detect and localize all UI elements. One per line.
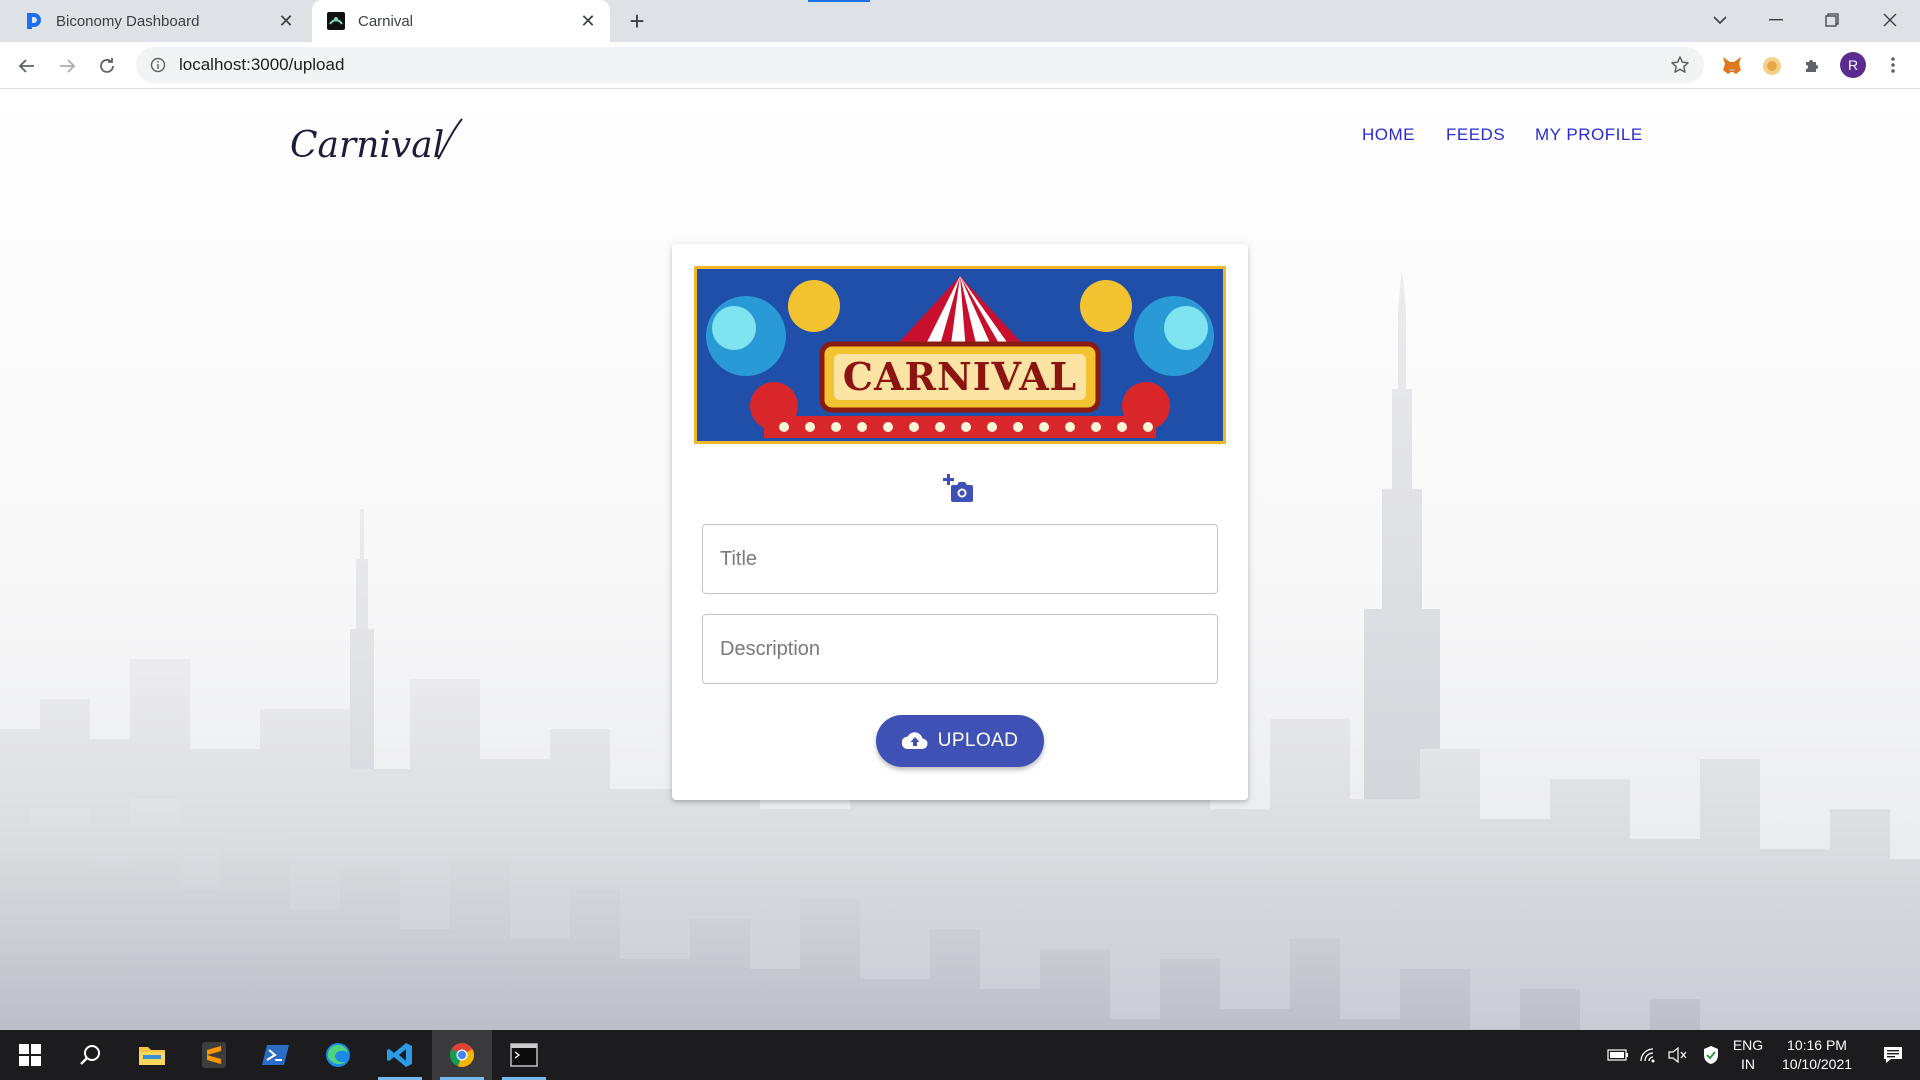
close-tab-icon[interactable]: ✕ [276,11,296,31]
upload-button[interactable]: UPLOAD [876,715,1044,767]
start-icon[interactable] [0,1030,60,1080]
input-language[interactable]: ENG IN [1728,1036,1768,1074]
description-field[interactable] [702,614,1218,684]
add-photo-icon[interactable] [943,471,977,505]
profile-avatar[interactable]: R [1840,52,1866,78]
tab-title: Carnival [358,12,414,30]
minimize-icon[interactable] [1756,6,1796,34]
notifications-icon[interactable] [1868,1030,1918,1080]
forward-icon[interactable] [52,51,82,81]
browser-toolbar: localhost:3000/upload [0,42,1920,89]
region-code: IN [1741,1056,1755,1072]
language-code: ENG [1732,1037,1764,1053]
sublime-text-icon[interactable] [184,1030,244,1080]
new-tab-button[interactable]: + [624,6,650,36]
carnival-banner-image: CARNIVAL [694,266,1226,444]
reload-icon[interactable] [92,51,122,81]
tab-search-icon[interactable] [1700,6,1740,34]
nav-home[interactable]: HOME [1362,125,1415,145]
bookmark-star-icon[interactable] [1670,55,1690,75]
description-input[interactable] [703,615,1217,683]
clock-time: 10:16 PM [1787,1037,1847,1053]
svg-text:Carnival: Carnival [290,125,444,166]
restore-icon[interactable] [1812,6,1852,34]
tab-biconomy-dashboard[interactable]: Biconomy Dashboard ✕ [0,0,308,42]
file-explorer-icon[interactable] [122,1030,182,1080]
title-field[interactable] [702,524,1218,594]
site-info-icon[interactable] [149,56,167,74]
extensions-puzzle-icon[interactable] [1798,52,1826,80]
carnival-logo[interactable]: Carnival [288,107,468,171]
nav-feeds[interactable]: FEEDS [1446,125,1505,145]
nav-my-profile[interactable]: MY PROFILE [1535,125,1643,145]
close-tab-icon[interactable]: ✕ [578,11,598,31]
vscode-icon[interactable] [370,1030,430,1080]
tab-title: Biconomy Dashboard [56,12,200,30]
tab-strip: Biconomy Dashboard ✕ Carnival ✕ + [0,0,1920,42]
clock-date: 10/10/2021 [1781,1056,1853,1072]
edge-icon[interactable] [308,1030,368,1080]
biconomy-logo-icon [24,11,44,31]
carnival-favicon-icon [326,11,346,31]
url-text[interactable]: localhost:3000/upload [179,55,344,75]
svg-text:CARNIVAL: CARNIVAL [843,354,1078,399]
tab-strip-accent [808,0,870,2]
back-icon[interactable] [12,51,42,81]
tab-carnival[interactable]: Carnival ✕ [312,0,610,42]
browser-menu-icon[interactable] [1882,52,1904,78]
address-bar[interactable]: localhost:3000/upload [136,47,1704,83]
upload-card: CARNIVAL Title Description UPLOAD [672,244,1248,800]
cloud-upload-icon [901,732,928,750]
page-viewport: Carnival HOME FEEDS MY PROFILE CARNIVAL [0,89,1920,1030]
extension-coin-icon[interactable] [1758,52,1786,80]
clock[interactable]: 10:16 PM 10/10/2021 [1772,1036,1862,1074]
powershell-icon[interactable] [246,1030,306,1080]
close-window-icon[interactable] [1870,6,1910,34]
search-icon[interactable] [60,1030,120,1080]
title-input[interactable] [703,525,1217,593]
terminal-icon[interactable] [494,1030,554,1080]
metamask-icon[interactable] [1718,52,1746,80]
windows-taskbar: ENG IN 10:16 PM 10/10/2021 [0,1030,1920,1080]
upload-button-label: UPLOAD [937,730,1019,751]
chrome-icon[interactable] [432,1030,492,1080]
